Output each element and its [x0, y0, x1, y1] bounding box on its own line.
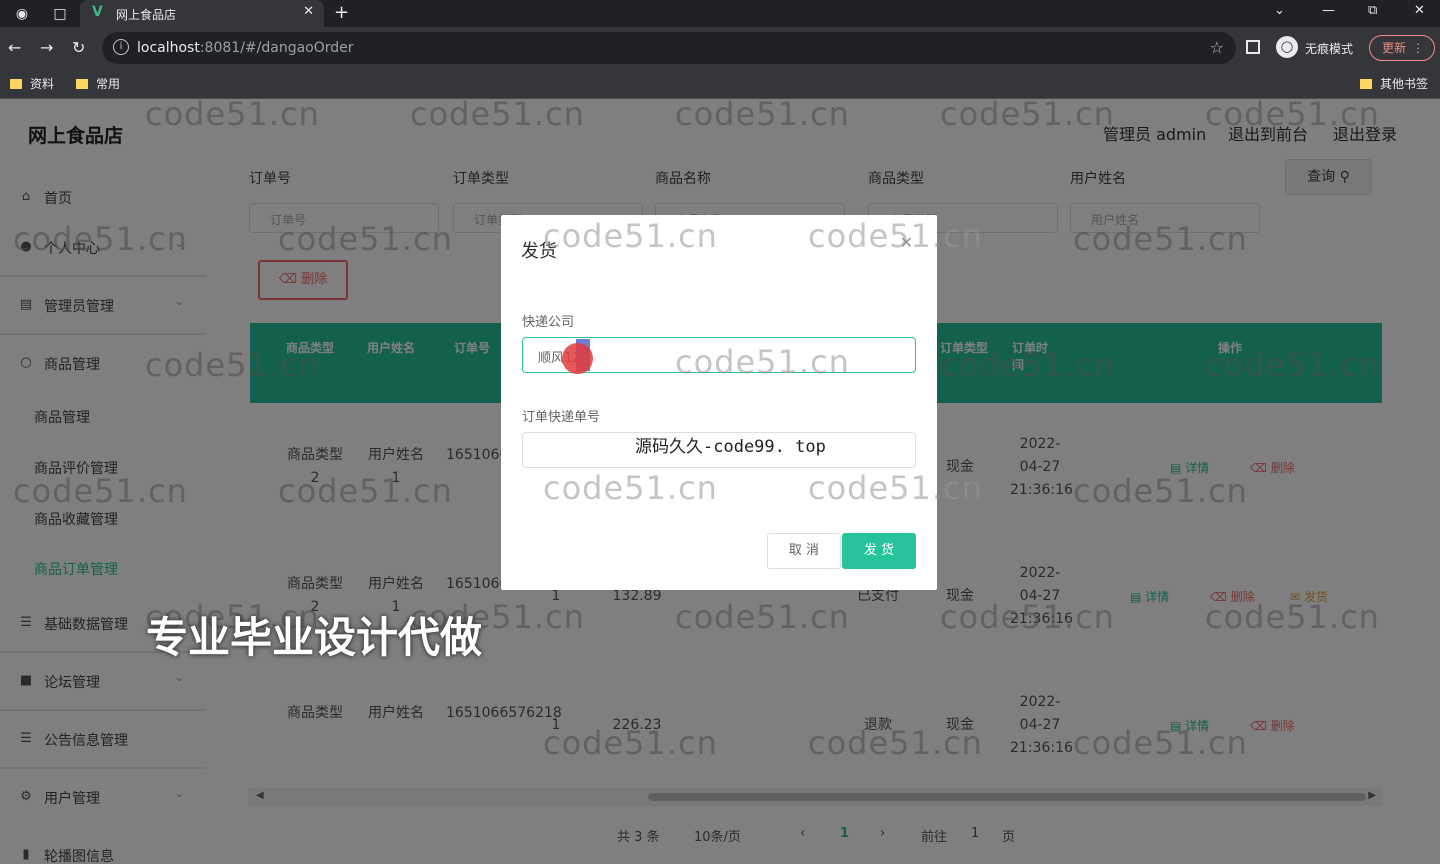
- url-path: :8081/#/dangaoOrder: [199, 40, 354, 56]
- watermark-text: code51.cn: [808, 469, 983, 507]
- confirm-ship-button[interactable]: 发 货: [842, 533, 916, 569]
- browser-toolbar: ← → ↻ i localhost:8081/#/dangaoOrder ☆ ◯…: [0, 27, 1440, 69]
- restore-icon[interactable]: ⧉: [1368, 3, 1377, 18]
- forward-icon[interactable]: →: [40, 38, 53, 57]
- click-indicator: [562, 343, 593, 374]
- address-bar[interactable]: i localhost:8081/#/dangaoOrder ☆: [102, 32, 1236, 64]
- promo-caption: 专业毕业设计代做: [146, 613, 483, 662]
- watermark-text: code51.cn: [808, 217, 983, 255]
- back-icon[interactable]: ←: [8, 38, 21, 57]
- tab-close-icon[interactable]: ✕: [303, 4, 314, 19]
- update-label: 更新: [1382, 41, 1407, 55]
- reload-icon[interactable]: ↻: [72, 38, 85, 57]
- watermark-text: code51.cn: [675, 343, 850, 381]
- overlay-source-text: 源码久久-code99. top: [635, 437, 826, 457]
- browser-tab[interactable]: V 网上食品店 ✕: [80, 0, 324, 27]
- ship-dialog: 发货 ✕ 快递公司 顺风123 订单快递单号 源码久久-code99. top …: [501, 215, 982, 590]
- bookmark-label: 资料: [30, 77, 55, 91]
- folder-icon: [1360, 79, 1372, 89]
- bookmark-star-icon[interactable]: ☆: [1210, 38, 1224, 57]
- bookmark-folder[interactable]: 资料: [10, 75, 54, 92]
- url-host: localhost: [137, 40, 200, 56]
- browser-tab-strip: ◉ □ V 网上食品店 ✕ + ⌄ — ⧉ ✕: [0, 0, 1440, 27]
- side-panel-icon[interactable]: [1246, 40, 1260, 54]
- site-info-icon[interactable]: i: [113, 39, 129, 55]
- chrome-menu-icon[interactable]: ◉: [12, 4, 32, 24]
- courier-label: 快递公司: [522, 315, 575, 330]
- bookmark-folder[interactable]: 常用: [76, 75, 120, 92]
- folder-icon: [76, 79, 88, 89]
- tab-title: 网上食品店: [116, 8, 177, 22]
- bookmark-label: 常用: [96, 77, 121, 91]
- other-bookmarks[interactable]: 其他书签: [1360, 75, 1428, 92]
- watermark-text: code51.cn: [543, 469, 718, 507]
- incognito-label: 无痕模式: [1305, 42, 1354, 56]
- cancel-button[interactable]: 取 消: [767, 533, 841, 569]
- tab-search-icon[interactable]: □: [50, 4, 70, 24]
- update-button[interactable]: 更新 ⋮: [1369, 35, 1435, 61]
- watermark-text: code51.cn: [543, 217, 718, 255]
- tab-list-chevron-icon[interactable]: ⌄: [1274, 3, 1285, 18]
- bookmark-label: 其他书签: [1380, 77, 1429, 91]
- vue-favicon-icon: V: [92, 4, 103, 20]
- window-close-icon[interactable]: ✕: [1414, 3, 1425, 18]
- more-menu-icon[interactable]: ⋮: [1412, 36, 1424, 60]
- incognito-icon[interactable]: ◯: [1276, 36, 1298, 58]
- folder-icon: [10, 79, 22, 89]
- new-tab-icon[interactable]: +: [334, 2, 349, 23]
- url-text: localhost:8081/#/dangaoOrder: [137, 40, 354, 56]
- minimize-icon[interactable]: —: [1322, 3, 1335, 18]
- tracking-label: 订单快递单号: [522, 410, 601, 425]
